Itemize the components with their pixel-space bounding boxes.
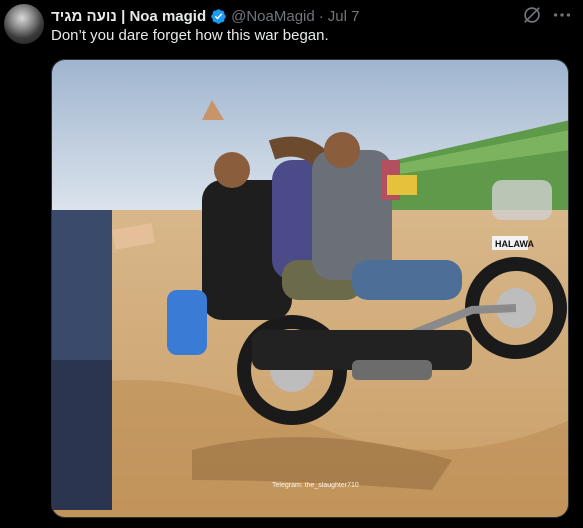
post-media-photo[interactable]: HALAWA Telegram: the_slaughter710: [51, 59, 569, 518]
author-display-name[interactable]: נועה מגיד | Noa magid: [51, 8, 206, 25]
author-avatar[interactable]: [4, 4, 44, 44]
license-plate: HALAWA: [495, 239, 534, 249]
post-date[interactable]: Jul 7: [328, 8, 360, 25]
grok-icon[interactable]: [521, 4, 543, 26]
separator-dot: ·: [318, 7, 324, 25]
post-text: Don’t you dare forget how this war began…: [51, 27, 329, 44]
verified-badge-icon: [211, 8, 226, 24]
photo-watermark: Telegram: the_slaughter710: [272, 482, 359, 489]
author-handle[interactable]: @NoaMagid: [231, 8, 315, 25]
post-header: נועה מגיד | Noa magid @NoaMagid · Jul 7: [51, 6, 359, 26]
more-icon[interactable]: [551, 4, 573, 26]
photo-scene: HALAWA: [52, 60, 568, 517]
